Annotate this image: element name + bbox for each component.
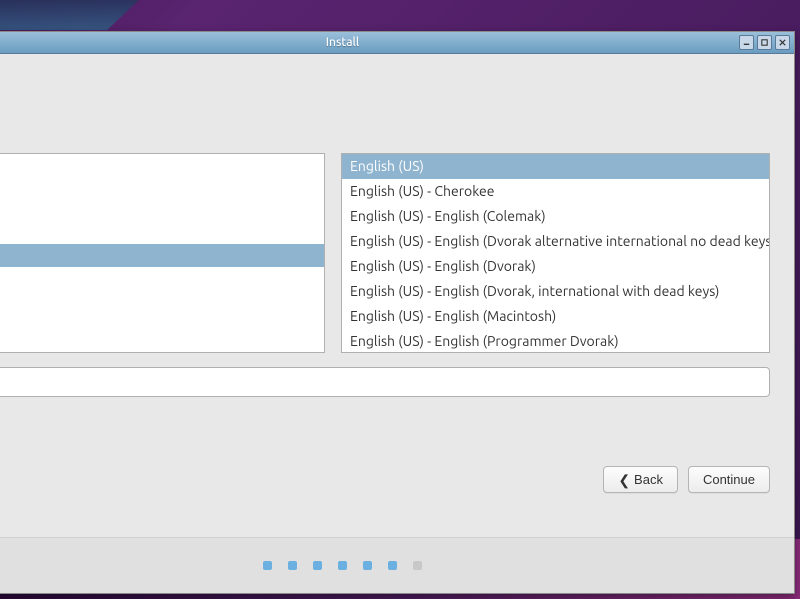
progress-dot <box>338 561 347 570</box>
progress-dot <box>413 561 422 570</box>
progress-dot <box>288 561 297 570</box>
window-content: yout layout: English (US)English (US) - … <box>0 54 794 513</box>
maximize-button[interactable] <box>757 35 772 50</box>
layout-prompt: layout: <box>0 129 770 145</box>
list-item[interactable]: English (US) - English (Dvorak, internat… <box>342 279 769 304</box>
window-titlebar[interactable]: Install <box>0 32 794 54</box>
list-item[interactable] <box>0 244 324 267</box>
list-item[interactable]: English (US) - English (Macintosh) <box>342 304 769 329</box>
close-icon <box>778 38 787 47</box>
close-button[interactable] <box>775 35 790 50</box>
progress-dot <box>363 561 372 570</box>
progress-dot <box>263 561 272 570</box>
back-button[interactable]: ❮ Back <box>603 466 678 493</box>
list-item[interactable]: English (US) <box>342 154 769 179</box>
list-item[interactable]: English (US) - Cherokee <box>342 179 769 204</box>
list-item[interactable]: English (US) - English (Programmer Dvora… <box>342 329 769 353</box>
progress-dot <box>388 561 397 570</box>
list-item[interactable]: English (US) - English (Dvorak) <box>342 254 769 279</box>
maximize-icon <box>760 38 769 47</box>
install-window: Install yout layout: English ( <box>0 31 795 594</box>
page-title: yout <box>0 76 770 101</box>
window-title: Install <box>326 36 360 49</box>
language-listbox[interactable] <box>0 153 325 353</box>
window-controls <box>739 35 790 50</box>
minimize-button[interactable] <box>739 35 754 50</box>
continue-label: Continue <box>703 472 755 487</box>
layout-lists: English (US)English (US) - CherokeeEngli… <box>0 153 770 353</box>
back-label: Back <box>634 472 663 487</box>
progress-footer <box>0 537 794 593</box>
minimize-icon <box>742 38 751 47</box>
list-item[interactable]: English (US) - English (Colemak) <box>342 204 769 229</box>
progress-dot <box>313 561 322 570</box>
navigation-row: ❮ Back Continue <box>0 466 770 493</box>
detect-row: ut <box>0 409 770 436</box>
list-item[interactable]: English (US) - English (Dvorak alternati… <box>342 229 769 254</box>
continue-button[interactable]: Continue <box>688 466 770 493</box>
variant-listbox[interactable]: English (US)English (US) - CherokeeEngli… <box>341 153 770 353</box>
keyboard-test-input[interactable] <box>0 367 770 397</box>
list-spacer <box>0 154 324 244</box>
chevron-left-icon: ❮ <box>618 473 630 487</box>
desktop-background-accent <box>0 0 800 30</box>
